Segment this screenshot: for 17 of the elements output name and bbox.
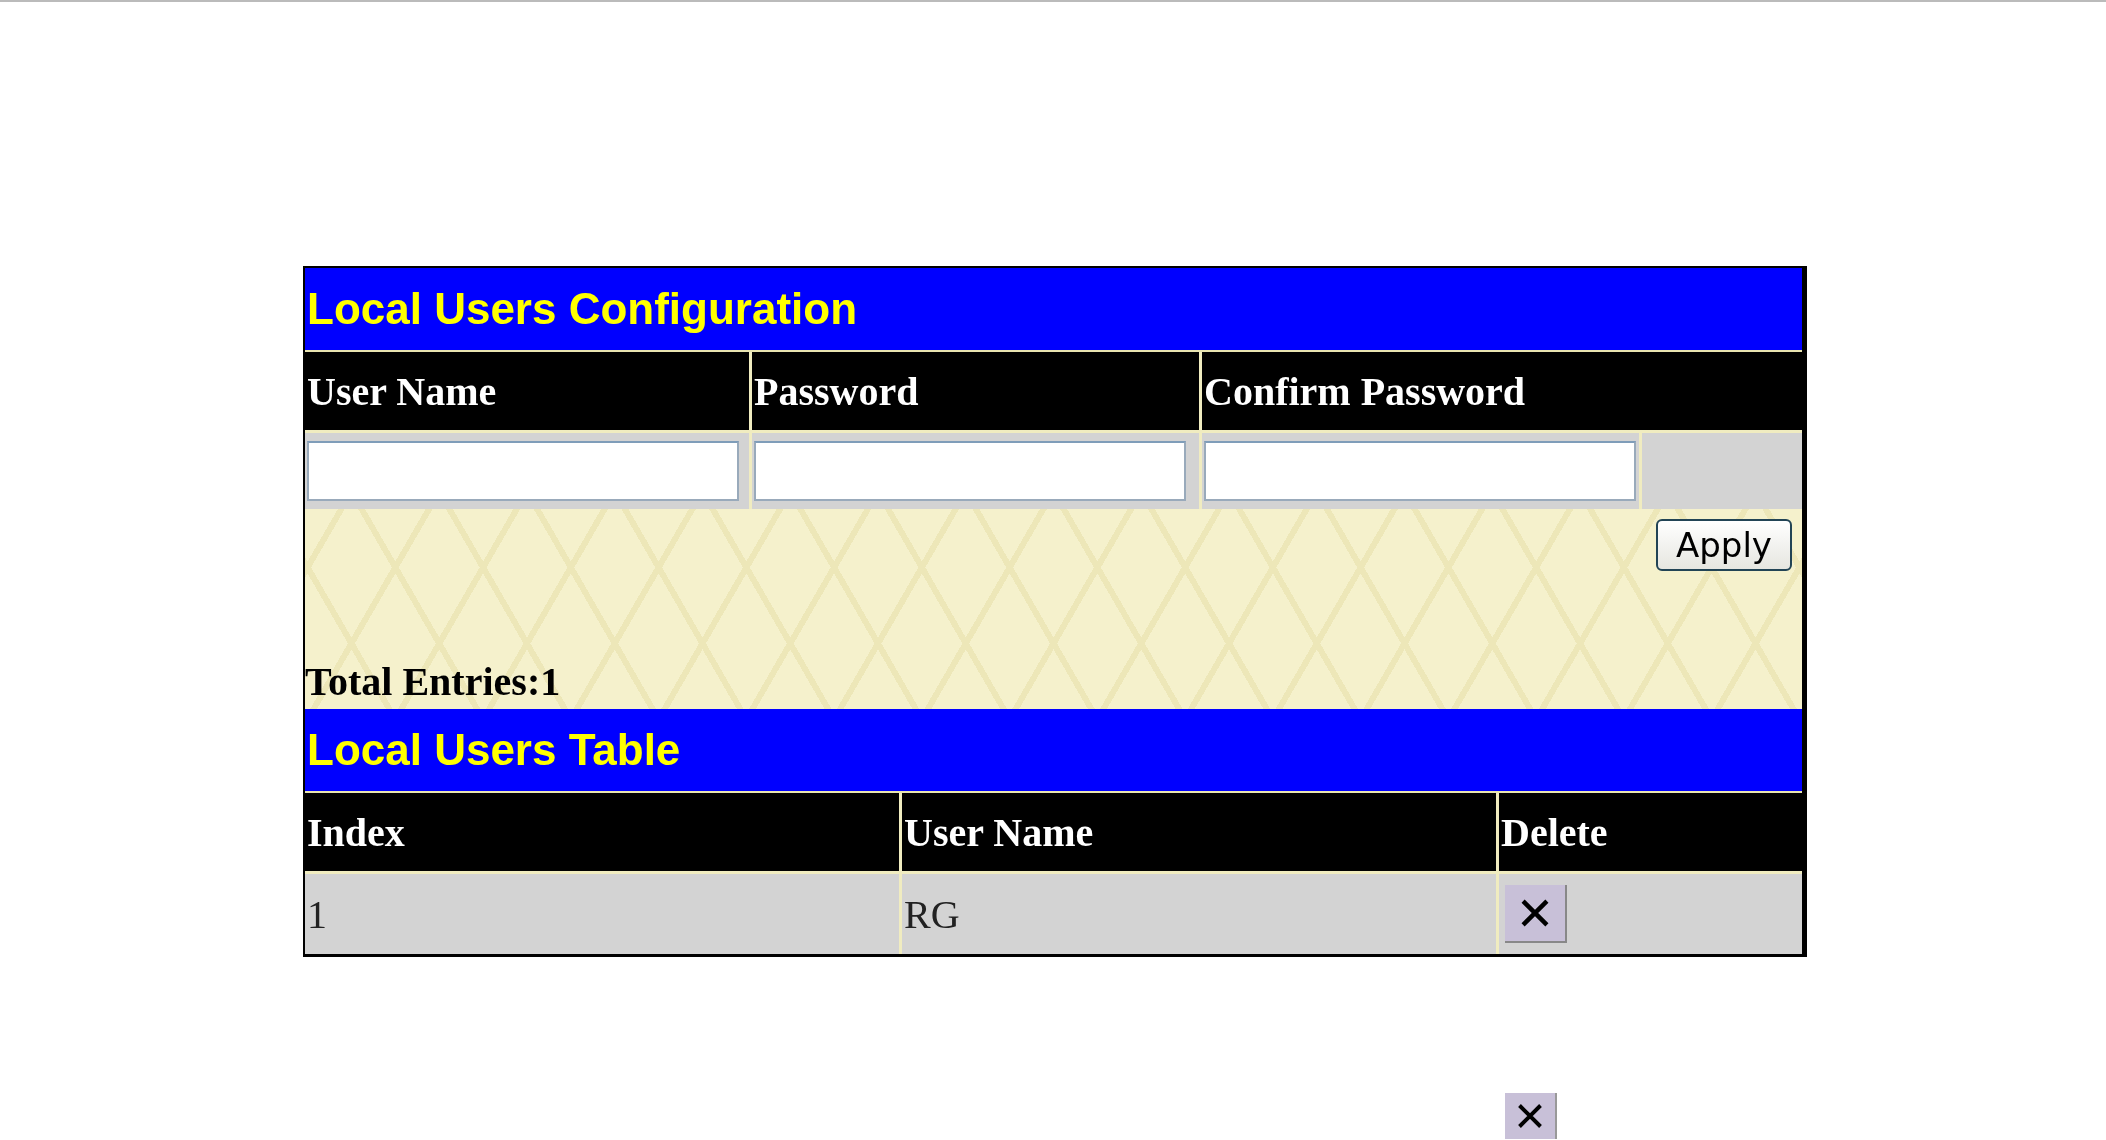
input-field[interactable] — [307, 441, 739, 501]
total-entries: Total Entries:1 — [305, 658, 562, 706]
column-header: Index — [305, 793, 902, 871]
column-header: User Name — [902, 793, 1499, 871]
input-field[interactable] — [754, 441, 1186, 501]
column-header: Password — [752, 352, 1202, 430]
column-header: Delete — [1500, 808, 1609, 857]
input-field[interactable] — [1204, 441, 1636, 501]
table-cell: 1 — [305, 874, 902, 954]
column-header: Confirm Password — [1203, 367, 1527, 416]
column-header: User Name — [305, 352, 752, 430]
table-cell: RG — [902, 874, 1499, 954]
delete-icon[interactable] — [1505, 885, 1567, 943]
delete-icon — [1505, 1093, 1557, 1139]
section-title: Local Users Configuration — [305, 268, 1802, 352]
section-title: Local Users Table — [305, 709, 1802, 793]
apply-button[interactable]: Apply — [1656, 519, 1792, 571]
